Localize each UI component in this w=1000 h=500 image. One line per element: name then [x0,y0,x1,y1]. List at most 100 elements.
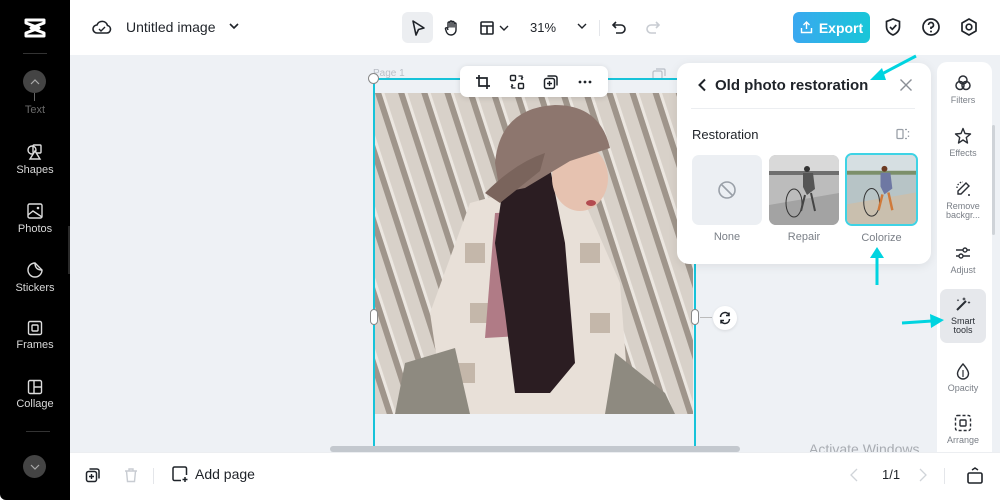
sidebar-item-photos[interactable]: Photos [0,202,70,235]
option-thumbnail [769,155,839,225]
annotation-arrow-title [870,54,917,80]
undo-icon [611,20,626,34]
add-page-label: Add page [195,466,255,482]
sidebar-item-shapes[interactable]: Shapes [0,143,70,176]
duplicate-icon[interactable] [543,74,559,90]
rail-item-label: Remove backgr... [945,201,981,220]
chevron-down-icon[interactable] [228,20,240,32]
rail-item-label: Smart tools [950,316,975,335]
arrange-icon [954,414,972,432]
rail-item-label: Arrange [946,435,980,445]
pointer-icon [411,19,425,36]
sidebar-item-label: Photos [17,223,53,235]
top-bar: Untitled image 31% Export [70,0,1000,55]
resize-handle-right[interactable] [691,309,699,325]
stickers-icon [27,262,43,278]
scroll-indicator [34,93,35,101]
sidebar-item-label: Collage [16,398,54,410]
zoom-chevron-down-icon[interactable] [577,22,587,30]
left-sidebar: Text Shapes Photos Stickers Frames Colla… [0,0,70,500]
chevron-down-icon [30,464,39,470]
shield-check-icon[interactable] [884,17,902,37]
duplicate-page-button-icon[interactable] [85,467,101,483]
collage-icon [27,379,43,395]
sidebar-item-label: Stickers [15,282,55,294]
replace-icon[interactable] [509,74,525,90]
settings-icon[interactable] [959,17,979,37]
rail-item-label: Opacity [947,383,979,393]
annotation-arrow-smart-tools [901,314,944,328]
sidebar-item-text[interactable]: Text [0,104,70,116]
opacity-icon [956,362,970,380]
rotate-connector [700,317,712,318]
restoration-option-none[interactable]: None [692,155,762,243]
export-button[interactable]: Export [793,12,870,43]
scroll-down-button[interactable] [23,455,46,478]
panel-divider [691,108,915,109]
back-chevron-icon[interactable] [697,78,707,92]
next-page-icon[interactable] [918,467,928,483]
redo-button[interactable] [637,12,668,43]
resize-handle-top-left[interactable] [368,73,379,84]
selection-border-left [373,78,375,458]
right-tool-rail: Filters Effects Remove backgr... Adjust … [937,62,992,452]
crop-icon[interactable] [475,74,491,90]
panel-title: Old photo restoration [715,77,869,94]
remove-background-icon [956,181,970,196]
filters-icon [955,75,971,91]
rotate-icon [719,311,731,325]
sidebar-item-label: Shapes [16,164,54,176]
compare-icon[interactable] [896,128,910,140]
rail-item-opacity[interactable]: Opacity [940,356,986,393]
scroll-up-button[interactable] [23,70,46,93]
add-page-button[interactable]: Add page [171,465,255,483]
rail-item-filters[interactable]: Filters [940,68,986,105]
rail-item-smart-tools[interactable]: Smart tools [940,289,986,343]
chevron-down-icon [499,25,509,31]
delete-page-icon[interactable] [123,467,139,483]
chevron-up-icon [30,78,39,84]
more-options-icon[interactable] [577,74,593,90]
hand-icon [444,19,457,36]
select-tool-button[interactable] [402,12,433,43]
sidebar-item-stickers[interactable]: Stickers [0,261,70,294]
zoom-level[interactable]: 31% [530,20,556,35]
canvas-photo[interactable] [375,93,693,414]
page-panel-icon[interactable] [966,467,984,485]
hand-tool-button[interactable] [436,12,467,43]
rail-item-remove-background[interactable]: Remove backgr... [940,174,986,220]
restoration-option-colorize[interactable]: Colorize [845,153,918,244]
undo-button[interactable] [603,12,634,43]
bottom-separator [944,468,945,484]
rotate-handle[interactable] [713,306,737,330]
effects-icon [954,127,972,144]
restoration-option-repair[interactable]: Repair [769,155,839,243]
rail-item-label: Effects [949,148,977,158]
rail-scrollbar[interactable] [992,125,995,235]
cloud-save-icon[interactable] [92,18,112,36]
previous-page-icon[interactable] [849,467,859,483]
option-label: Colorize [861,232,902,244]
repair-preview-image [769,155,839,225]
rail-item-arrange[interactable]: Arrange [940,408,986,445]
sidebar-item-frames[interactable]: Frames [0,320,70,351]
photos-icon [27,203,43,219]
rail-item-label: Filters [950,95,976,105]
document-title[interactable]: Untitled image [126,19,216,35]
rail-item-adjust[interactable]: Adjust [940,238,986,275]
resize-handle-left[interactable] [370,309,378,325]
shapes-icon [27,144,42,160]
export-label: Export [818,19,864,36]
adjust-icon [956,247,970,259]
frames-icon [27,320,43,336]
help-icon[interactable] [921,17,941,37]
option-label: Repair [787,231,821,243]
rail-item-effects[interactable]: Effects [940,121,986,158]
app-window: Text Shapes Photos Stickers Frames Colla… [0,0,1000,500]
restoration-section-title: Restoration [692,127,759,142]
add-page-icon [172,466,188,482]
option-thumbnail [845,153,918,226]
capcut-logo[interactable] [0,0,70,55]
layout-button[interactable] [472,12,516,43]
sidebar-item-collage[interactable]: Collage [0,379,70,410]
